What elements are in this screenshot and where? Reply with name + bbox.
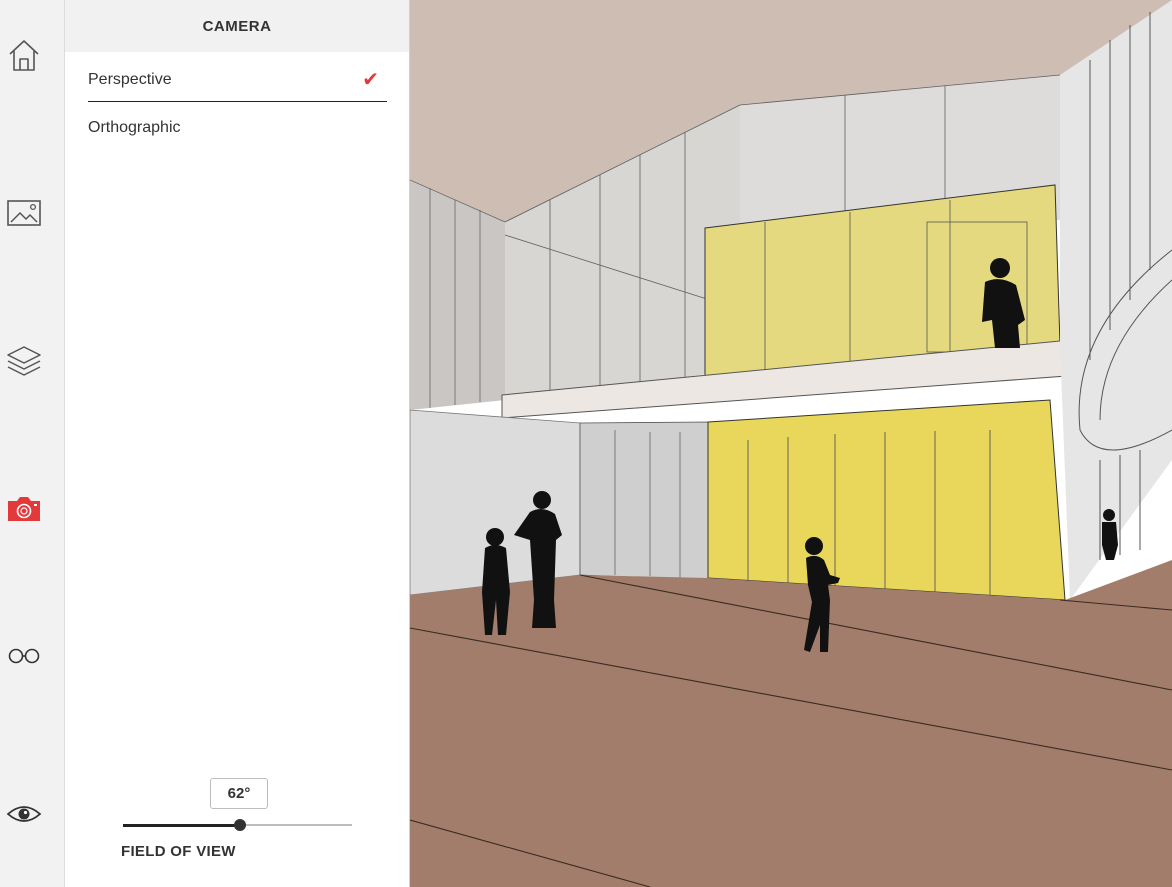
camera-panel: CAMERA Perspective ✔ Orthographic 62° FI… <box>65 0 410 887</box>
home-icon <box>9 40 39 71</box>
camera-icon <box>8 497 40 521</box>
visibility-button[interactable] <box>4 794 44 834</box>
eye-icon <box>6 806 42 822</box>
glasses-button[interactable] <box>4 636 44 676</box>
3d-viewport[interactable] <box>410 0 1172 887</box>
fov-slider-handle[interactable] <box>233 819 246 831</box>
fov-slider-track[interactable] <box>123 819 352 831</box>
glasses-icon <box>8 648 40 664</box>
fov-value-bubble: 62° <box>210 778 268 809</box>
tool-rail <box>0 0 65 887</box>
image-icon <box>7 200 41 226</box>
panel-title: CAMERA <box>65 0 409 52</box>
camera-button[interactable] <box>4 489 44 529</box>
floor <box>410 560 1172 887</box>
scene-render <box>410 0 1172 887</box>
orthographic-label: Orthographic <box>88 119 181 136</box>
scenes-button[interactable] <box>4 193 44 233</box>
home-button[interactable] <box>4 35 44 75</box>
orthographic-option[interactable]: Orthographic <box>88 106 387 150</box>
layers-button[interactable] <box>4 341 44 381</box>
perspective-option[interactable]: Perspective ✔ <box>88 58 387 102</box>
perspective-label: Perspective <box>88 70 172 88</box>
fov-label: FIELD OF VIEW <box>121 843 236 860</box>
checkmark-icon: ✔ <box>362 69 379 91</box>
layers-icon <box>7 346 41 376</box>
fov-slider-fill <box>123 823 240 827</box>
